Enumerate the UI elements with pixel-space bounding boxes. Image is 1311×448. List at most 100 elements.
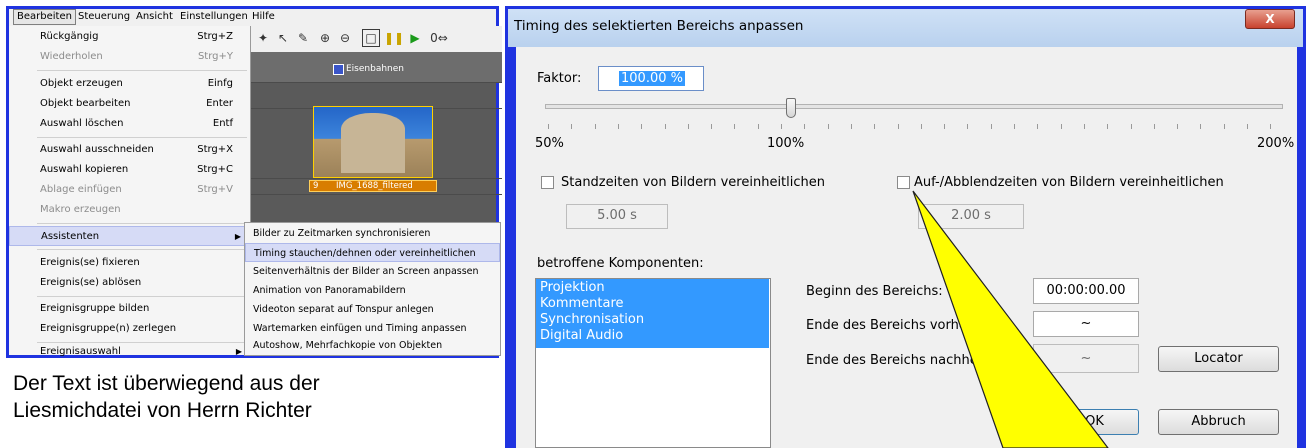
menu-item-delete-selection[interactable]: Auswahl löschen Entf <box>9 114 250 134</box>
body-text: Der Text ist überwiegend aus der Liesmic… <box>13 370 503 424</box>
menu-item-redo[interactable]: Wiederholen Strg+Y <box>9 47 250 67</box>
locator-button[interactable]: Locator <box>1158 346 1279 372</box>
factor-slider-thumb[interactable] <box>786 98 796 118</box>
list-item[interactable]: Digital Audio <box>537 328 769 343</box>
clip-label: IMG_1688_filtered <box>336 181 413 191</box>
toolbar: ✦ ↖ ✎ ⊕ ⊖ □ ❚❚ ▶ 0⇔ <box>250 26 502 53</box>
factor-input[interactable]: 100.00 % <box>598 66 704 91</box>
slider-tick <box>757 124 759 129</box>
end-before-input[interactable]: ~ <box>1033 311 1139 337</box>
submenu-arrow-icon: ▶ <box>235 347 242 356</box>
close-button[interactable]: X <box>1245 9 1295 29</box>
standzeiten-label: Standzeiten von Bildern vereinheitlichen <box>561 175 825 190</box>
slider-tick <box>1270 124 1272 129</box>
standzeit-input[interactable]: 5.00 s <box>566 204 668 229</box>
menu-item-assistants[interactable]: Assistenten ▶ <box>9 226 250 246</box>
slider-tick <box>641 124 643 129</box>
begin-input[interactable]: 00:00:00.00 <box>1033 278 1139 304</box>
church-image <box>341 113 405 173</box>
slider-tick <box>617 124 619 129</box>
pen-icon[interactable]: ✎ <box>294 29 312 47</box>
audio-icon[interactable]: 0⇔ <box>430 29 448 47</box>
slider-tick <box>571 124 573 129</box>
dialog-title: Timing des selektierten Bereichs anpasse… <box>514 18 804 34</box>
slider-tick <box>1083 124 1085 129</box>
scale-min-label: 50% <box>535 136 564 151</box>
assistants-submenu: Bilder zu Zeitmarken synchronisieren Tim… <box>244 222 501 356</box>
submenu-item-aspect-ratio[interactable]: Seitenverhältnis der Bilder an Screen an… <box>245 262 500 281</box>
end-before-label: Ende des Bereichs vorher: <box>806 318 977 333</box>
menu-item-create-object[interactable]: Objekt erzeugen Einfg <box>9 74 250 94</box>
cancel-button[interactable]: Abbruch <box>1158 409 1279 435</box>
menu-hilfe[interactable]: Hilfe <box>249 10 278 24</box>
submenu-item-timing[interactable]: Timing stauchen/dehnen oder vereinheitli… <box>245 243 500 262</box>
slider-tick <box>548 124 549 129</box>
menu-item-paste[interactable]: Ablage einfügen Strg+V <box>9 180 250 200</box>
abblendzeiten-label: Auf-/Abblendzeiten von Bildern vereinhei… <box>914 175 1224 190</box>
slider-tick <box>804 124 806 129</box>
menu-item-edit-object[interactable]: Objekt bearbeiten Enter <box>9 94 250 114</box>
submenu-arrow-icon: ▶ <box>234 232 241 241</box>
menu-item-macro[interactable]: Makro erzeugen <box>9 200 250 220</box>
slider-tick <box>1247 124 1248 129</box>
slider-tick <box>1130 124 1132 129</box>
menu-item-event-selection[interactable]: Ereignisauswahl ▶ <box>9 342 250 362</box>
menu-einstellungen[interactable]: Einstellungen <box>177 10 251 24</box>
slider-tick <box>990 124 992 129</box>
standzeiten-checkbox[interactable] <box>541 176 554 189</box>
list-item[interactable]: Kommentare <box>537 296 769 311</box>
zoom-out-icon[interactable]: ⊖ <box>336 29 354 47</box>
menu-item-undo[interactable]: Rückgängig Strg+Z <box>9 27 250 47</box>
menu-ansicht[interactable]: Ansicht <box>133 10 176 24</box>
slider-tick <box>1200 124 1202 129</box>
slider-tick <box>1107 124 1109 129</box>
body-text-line-2: Liesmichdatei von Herrn Richter <box>13 399 312 422</box>
slider-tick <box>594 124 596 129</box>
slider-tick <box>1037 124 1039 129</box>
submenu-item-video-sound[interactable]: Videoton separat auf Tonspur anlegen <box>245 300 500 319</box>
zoom-in-icon[interactable]: ⊕ <box>316 29 334 47</box>
slider-tick <box>944 124 946 129</box>
slider-tick <box>920 124 922 129</box>
list-item[interactable]: Synchronisation <box>537 312 769 327</box>
scale-max-label: 200% <box>1257 136 1295 151</box>
menu-item-detach-events[interactable]: Ereignis(se) ablösen <box>9 273 250 293</box>
factor-label: Faktor: <box>537 71 582 86</box>
submenu-item-sync-images[interactable]: Bilder zu Zeitmarken synchronisieren <box>245 224 500 243</box>
menu-item-copy[interactable]: Auswahl kopieren Strg+C <box>9 160 250 180</box>
menu-bar: Bearbeiten Steuerung Ansicht Einstellung… <box>9 9 496 27</box>
play-icon[interactable]: ▶ <box>406 29 424 47</box>
components-label: betroffene Komponenten: <box>537 256 704 271</box>
menu-item-fix-events[interactable]: Ereignis(se) fixieren <box>9 253 250 273</box>
abblendzeiten-checkbox[interactable] <box>897 176 910 189</box>
menu-bearbeiten[interactable]: Bearbeiten <box>13 9 76 25</box>
pause-icon[interactable]: ❚❚ <box>384 29 404 47</box>
ok-button[interactable]: OK <box>1050 409 1139 435</box>
slider-tick <box>897 124 899 129</box>
slider-tick <box>1153 124 1155 129</box>
wand-icon[interactable]: ✦ <box>254 29 272 47</box>
clip-number: 9 <box>313 181 319 191</box>
track-icon <box>333 64 344 75</box>
menu-item-group-events[interactable]: Ereignisgruppe bilden <box>9 299 250 319</box>
slider-tick <box>850 124 852 129</box>
menu-item-cut[interactable]: Auswahl ausschneiden Strg+X <box>9 140 250 160</box>
pointer-icon[interactable]: ↖ <box>274 29 292 47</box>
submenu-item-autoshow[interactable]: Autoshow, Mehrfachkopie von Objekten <box>245 336 500 355</box>
track-title: Eisenbahnen <box>346 64 404 74</box>
slider-tick <box>711 124 713 129</box>
edit-menu: Rückgängig Strg+Z Wiederholen Strg+Y Objek… <box>9 26 251 357</box>
slider-tick <box>1060 124 1062 129</box>
menu-steuerung[interactable]: Steuerung <box>75 10 133 24</box>
end-after-input[interactable]: ~ <box>1033 344 1139 373</box>
frame-icon[interactable]: □ <box>362 29 380 47</box>
list-item[interactable]: Projektion <box>537 280 769 295</box>
factor-slider-track[interactable] <box>545 104 1283 109</box>
slider-tick <box>874 124 876 129</box>
slider-tick <box>1177 124 1179 129</box>
slider-tick <box>827 124 829 129</box>
menu-item-ungroup-events[interactable]: Ereignisgruppe(n) zerlegen <box>9 319 250 339</box>
slider-tick <box>781 124 782 129</box>
submenu-item-panorama[interactable]: Animation von Panoramabildern <box>245 281 500 300</box>
abblendzeit-input[interactable]: 2.00 s <box>918 204 1024 229</box>
